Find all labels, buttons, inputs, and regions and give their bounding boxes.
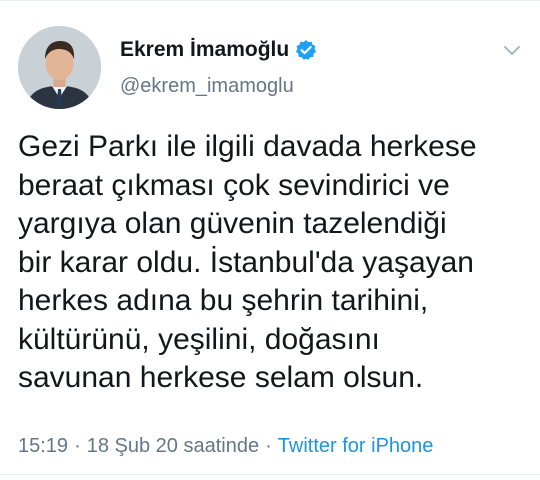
tweet-meta: 15:19 · 18 Şub 20 saatinde · Twitter for… — [18, 432, 433, 460]
profile-photo-icon — [18, 26, 101, 109]
author-handle[interactable]: @ekrem_imamoglu — [120, 74, 294, 98]
tweet-text-line: Gezi Parkı ile ilgili davada herkese — [18, 130, 477, 163]
top-divider — [0, 0, 540, 1]
tweet-text-line: kültürünü, yeşilini, doğasını — [18, 322, 380, 356]
meta-separator: · — [74, 434, 81, 457]
tweet-source-link[interactable]: Twitter for iPhone — [278, 435, 434, 458]
tweet-text-line: savunan herkese selam olsun. — [18, 361, 424, 394]
author-display-name[interactable]: Ekrem İmamoğlu — [120, 37, 289, 63]
tweet-text: Gezi Parkı ile ilgili davada herkese ber… — [18, 128, 528, 398]
tweet-time[interactable]: 15:19 — [18, 435, 68, 458]
tweet-text-line: bir karar oldu. İstanbul'da yaşayan — [18, 245, 474, 279]
tweet-date[interactable]: 18 Şub 20 saatinde — [87, 435, 259, 458]
tweet-text-line: yargıya olan güvenin tazelendiği — [18, 207, 447, 240]
meta-separator: · — [265, 434, 272, 457]
chevron-down-icon[interactable] — [500, 38, 524, 62]
author-name-row: Ekrem İmamoğlu — [120, 37, 317, 63]
tweet-text-line: beraat çıkması çok sevindirici ve — [18, 168, 450, 202]
verified-badge-icon — [295, 39, 317, 61]
avatar[interactable] — [18, 26, 101, 109]
bottom-divider — [0, 474, 540, 475]
tweet-text-line: herkes adına bu şehrin tarihini, — [18, 284, 429, 317]
